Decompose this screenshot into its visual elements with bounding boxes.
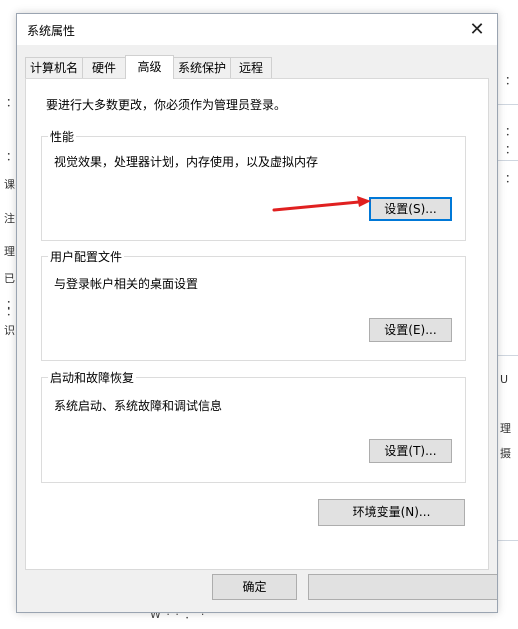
system-properties-dialog: 系统属性 ✕ 计算机名 硬件 高级 系统保护 远程 要进行大多数更改，你必须作为… xyxy=(16,13,498,613)
bg-fragment: ： xyxy=(505,172,516,185)
startup-recovery-title: 启动和故障恢复 xyxy=(48,369,137,386)
bg-fragment: ： xyxy=(505,74,516,87)
title-bar[interactable]: 系统属性 ✕ xyxy=(17,14,497,45)
bg-fragment: ： xyxy=(505,143,516,156)
ok-button[interactable]: 确定 xyxy=(212,574,297,600)
admin-notice: 要进行大多数更改，你必须作为管理员登录。 xyxy=(46,98,287,112)
user-profiles-description: 与登录帐户相关的桌面设置 xyxy=(54,277,199,291)
performance-title: 性能 xyxy=(48,128,77,145)
tab-advanced[interactable]: 高级 xyxy=(125,55,174,79)
tab-hardware[interactable]: 硬件 xyxy=(82,57,126,78)
user-profiles-settings-button[interactable]: 设置(E)... xyxy=(369,318,452,342)
startup-recovery-description: 系统启动、系统故障和调试信息 xyxy=(54,399,223,413)
bg-fragment: 理 xyxy=(4,245,15,258)
tab-system-protection[interactable]: 系统保护 xyxy=(173,57,231,78)
close-button[interactable]: ✕ xyxy=(457,14,497,45)
performance-group: 性能 视觉效果，处理器计划，内存使用，以及虚拟内存 设置(S)... xyxy=(41,128,466,241)
tab-remote[interactable]: 远程 xyxy=(230,57,272,78)
tab-computer-name[interactable]: 计算机名 xyxy=(25,57,83,78)
bg-divider xyxy=(497,355,518,356)
user-profiles-title: 用户配置文件 xyxy=(48,248,125,265)
annotation-arrow-icon xyxy=(272,196,371,212)
bg-divider xyxy=(497,540,518,541)
environment-variables-button[interactable]: 环境变量(N)... xyxy=(318,499,465,526)
bg-fragment: 摄 xyxy=(500,447,511,460)
advanced-panel: 要进行大多数更改，你必须作为管理员登录。 性能 视觉效果，处理器计划，内存使用，… xyxy=(25,78,489,570)
bg-fragment: 理 xyxy=(500,422,511,435)
performance-settings-button[interactable]: 设置(S)... xyxy=(369,197,452,221)
user-profiles-group: 用户配置文件 与登录帐户相关的桌面设置 设置(E)... xyxy=(41,248,466,361)
dialog-title: 系统属性 xyxy=(27,24,76,38)
bg-fragment: 课 xyxy=(4,178,15,191)
bg-fragment: ： xyxy=(505,125,516,138)
startup-recovery-group: 启动和故障恢复 系统启动、系统故障和调试信息 设置(T)... xyxy=(41,369,466,483)
bg-fragment: U xyxy=(500,373,509,386)
bg-divider xyxy=(497,160,518,161)
bg-divider xyxy=(497,104,518,105)
performance-description: 视觉效果，处理器计划，内存使用，以及虚拟内存 xyxy=(54,155,319,169)
cancel-button[interactable] xyxy=(308,574,497,600)
bg-fragment: 已 xyxy=(4,272,15,285)
bg-fragment: 注 xyxy=(4,212,15,225)
bg-fragment: 识 xyxy=(4,324,15,337)
startup-recovery-settings-button[interactable]: 设置(T)... xyxy=(369,439,452,463)
close-icon: ✕ xyxy=(469,19,485,40)
